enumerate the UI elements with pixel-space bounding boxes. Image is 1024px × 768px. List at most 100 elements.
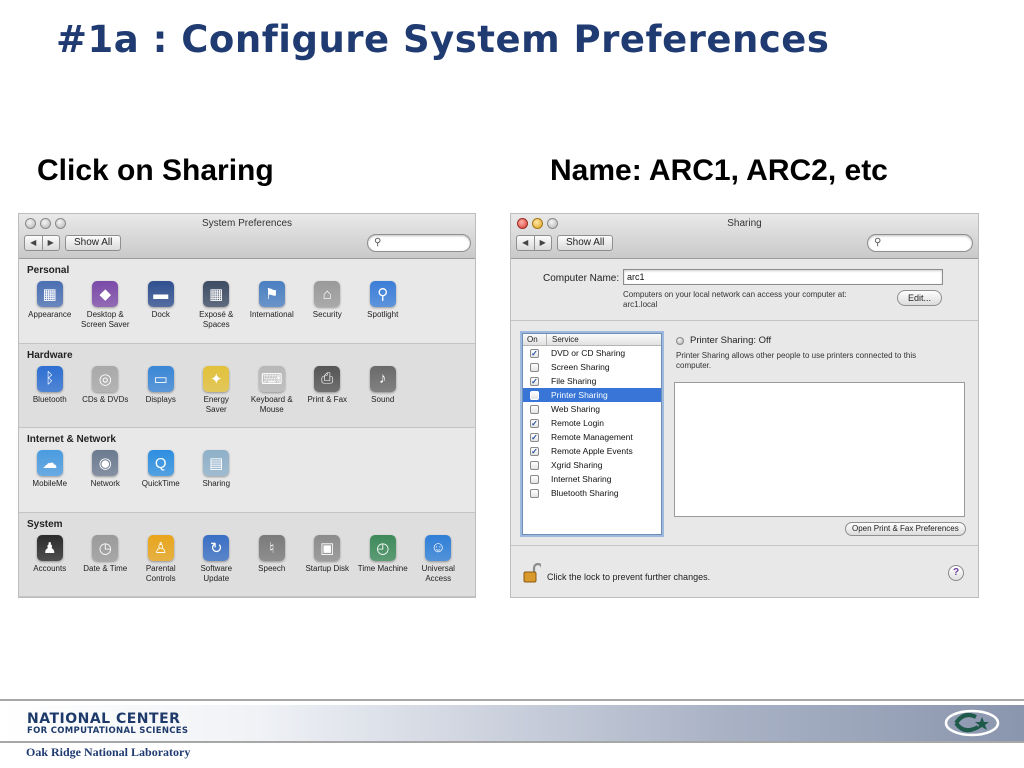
service-row[interactable]: ✓ DVD or CD Sharing	[523, 346, 661, 360]
window-toolbar: System Preferences ◀ ▶ Show All ⚲	[19, 214, 475, 259]
pref-pane-cds-dvds[interactable]: ◎ CDs & DVDs	[78, 365, 134, 415]
spotlight-icon: ⚲	[369, 281, 396, 307]
lock-area: Click the lock to prevent further change…	[511, 545, 978, 597]
pref-pane-quicktime[interactable]: Q QuickTime	[133, 450, 189, 489]
service-checkbox[interactable]: ✓	[530, 376, 539, 386]
mobileme-icon: ☁	[36, 450, 63, 476]
window-toolbar: Sharing ◀ ▶ Show All ⚲	[511, 214, 978, 259]
column-service[interactable]: Service	[547, 334, 579, 345]
computer-name-note: Computers on your local network can acce…	[623, 290, 847, 309]
pref-pane-time-machine[interactable]: ◴ Time Machine	[355, 534, 411, 584]
pref-pane-bluetooth[interactable]: ᛒ Bluetooth	[22, 365, 78, 415]
pref-pane-mobileme[interactable]: ☁ MobileMe	[22, 450, 78, 489]
printer-list[interactable]	[674, 382, 965, 517]
service-checkbox[interactable]: ✓	[530, 474, 539, 484]
pref-pane-label: Sound	[371, 394, 395, 404]
preference-sections: Personal ▦ Appearance ◆ Desktop & Screen Sav…	[19, 259, 475, 597]
service-name: Remote Apple Events	[551, 446, 633, 456]
footer-divider	[0, 741, 1024, 743]
service-row[interactable]: ✓ Screen Sharing	[523, 360, 661, 374]
caption-left: Click on Sharing	[37, 154, 274, 187]
service-checkbox[interactable]: ✓	[530, 418, 539, 428]
service-row[interactable]: ✓ Bluetooth Sharing	[523, 486, 661, 500]
service-checkbox[interactable]: ✓	[530, 348, 539, 358]
service-row[interactable]: ✓ Remote Apple Events	[523, 444, 661, 458]
pref-pane-print-fax[interactable]: ⎙ Print & Fax	[300, 365, 356, 415]
pref-pane-appearance[interactable]: ▦ Appearance	[22, 281, 78, 330]
search-icon: ⚲	[374, 237, 382, 248]
desktop-icon: ◆	[92, 281, 119, 307]
pref-pane-international[interactable]: ⚑ International	[244, 281, 300, 330]
pref-pane-network[interactable]: ◉ Network	[78, 450, 134, 489]
pref-pane-security[interactable]: ⌂ Security	[300, 281, 356, 330]
network-icon: ◉	[92, 450, 119, 476]
pref-pane-energy-saver[interactable]: ✦ Energy Saver	[189, 365, 245, 415]
service-checkbox[interactable]: ✓	[530, 460, 539, 470]
time-machine-icon: ◴	[369, 534, 396, 561]
pref-pane-startup-disk[interactable]: ▣ Startup Disk	[300, 534, 356, 584]
section-title: System	[27, 518, 63, 530]
forward-button[interactable]: ▶	[43, 236, 60, 250]
pref-pane-parental-controls[interactable]: ♙ Parental Controls	[133, 534, 189, 584]
software-update-icon: ↻	[203, 534, 230, 561]
service-checkbox[interactable]: ✓	[530, 432, 539, 442]
pref-pane-date-time[interactable]: ◷ Date & Time	[78, 534, 134, 584]
pref-pane-label: Startup Disk	[305, 563, 350, 573]
pref-pane-dock[interactable]: ▬ Dock	[133, 281, 189, 330]
service-row[interactable]: ✓ Web Sharing	[523, 402, 661, 416]
open-print-fax-preferences-button[interactable]: Open Print & Fax Preferences	[845, 522, 966, 536]
pref-pane-universal-access[interactable]: ☺ Universal Access	[411, 534, 467, 584]
show-all-button[interactable]: Show All	[65, 235, 122, 251]
column-on[interactable]: On	[523, 334, 547, 345]
service-status-text: Printer Sharing: Off	[690, 335, 772, 346]
section-personal: Personal ▦ Appearance ◆ Desktop & Screen Sav…	[19, 259, 475, 344]
quicktime-icon: Q	[147, 450, 174, 476]
pref-pane-software-update[interactable]: ↻ Software Update	[189, 534, 245, 584]
system-preferences-window: System Preferences ◀ ▶ Show All ⚲ Person…	[18, 213, 476, 598]
search-input[interactable]: ⚲	[367, 234, 471, 252]
service-row[interactable]: ✓ Xgrid Sharing	[523, 458, 661, 472]
pref-pane-speech[interactable]: ♮ Speech	[244, 534, 300, 584]
pref-pane-sharing[interactable]: ▤ Sharing	[189, 450, 245, 489]
service-row[interactable]: ✓ File Sharing	[523, 374, 661, 388]
show-all-button[interactable]: Show All	[557, 235, 614, 251]
back-button[interactable]: ◀	[517, 236, 535, 250]
service-row[interactable]: ✓ Remote Login	[523, 416, 661, 430]
service-checkbox[interactable]: ✓	[530, 446, 539, 456]
pref-pane-label: QuickTime	[141, 479, 180, 488]
pref-pane-expos-spaces[interactable]: ▦ Exposé & Spaces	[189, 281, 245, 330]
service-checkbox[interactable]: ✓	[530, 362, 539, 372]
edit-button[interactable]: Edit...	[897, 290, 943, 306]
service-name: Internet Sharing	[551, 474, 612, 484]
pref-pane-accounts[interactable]: ♟ Accounts	[22, 534, 78, 584]
speaker-icon: ♪	[369, 365, 396, 392]
caption-right: Name: ARC1, ARC2, etc	[550, 154, 888, 187]
pref-pane-sound[interactable]: ♪ Sound	[355, 365, 411, 415]
pref-pane-label: Date & Time	[83, 563, 128, 573]
international-icon: ⚑	[258, 281, 285, 307]
brand-line-2: FOR COMPUTATIONAL SCIENCES	[27, 726, 189, 736]
help-icon[interactable]: ?	[948, 565, 964, 581]
computer-name-label: Computer Name:	[543, 273, 620, 284]
back-button[interactable]: ◀	[25, 236, 43, 250]
pref-pane-label: Keyboard & Mouse	[250, 394, 293, 414]
service-row[interactable]: ✓ Remote Management	[523, 430, 661, 444]
section-items: ▦ Appearance ◆ Desktop & Screen Saver ▬ Dock ▦…	[22, 281, 411, 330]
service-checkbox[interactable]: ✓	[530, 404, 539, 414]
pref-pane-label: Universal Access	[421, 563, 455, 583]
service-row[interactable]: ✓ Printer Sharing	[523, 388, 661, 402]
lock-icon[interactable]	[523, 563, 541, 583]
pref-pane-keyboard-mouse[interactable]: ⌨ Keyboard & Mouse	[244, 365, 300, 415]
service-checkbox[interactable]: ✓	[530, 390, 539, 400]
service-name: File Sharing	[551, 376, 597, 386]
service-name: Remote Management	[551, 432, 633, 442]
service-checkbox[interactable]: ✓	[530, 488, 539, 498]
forward-button[interactable]: ▶	[535, 236, 552, 250]
search-input[interactable]: ⚲	[867, 234, 973, 252]
pref-pane-spotlight[interactable]: ⚲ Spotlight	[355, 281, 411, 330]
pref-pane-desktop-screen-saver[interactable]: ◆ Desktop & Screen Saver	[78, 281, 134, 330]
computer-name-input[interactable]: arc1	[623, 269, 943, 285]
service-description: Printer Sharing allows other people to u…	[676, 351, 917, 370]
service-row[interactable]: ✓ Internet Sharing	[523, 472, 661, 486]
pref-pane-displays[interactable]: ▭ Displays	[133, 365, 189, 415]
